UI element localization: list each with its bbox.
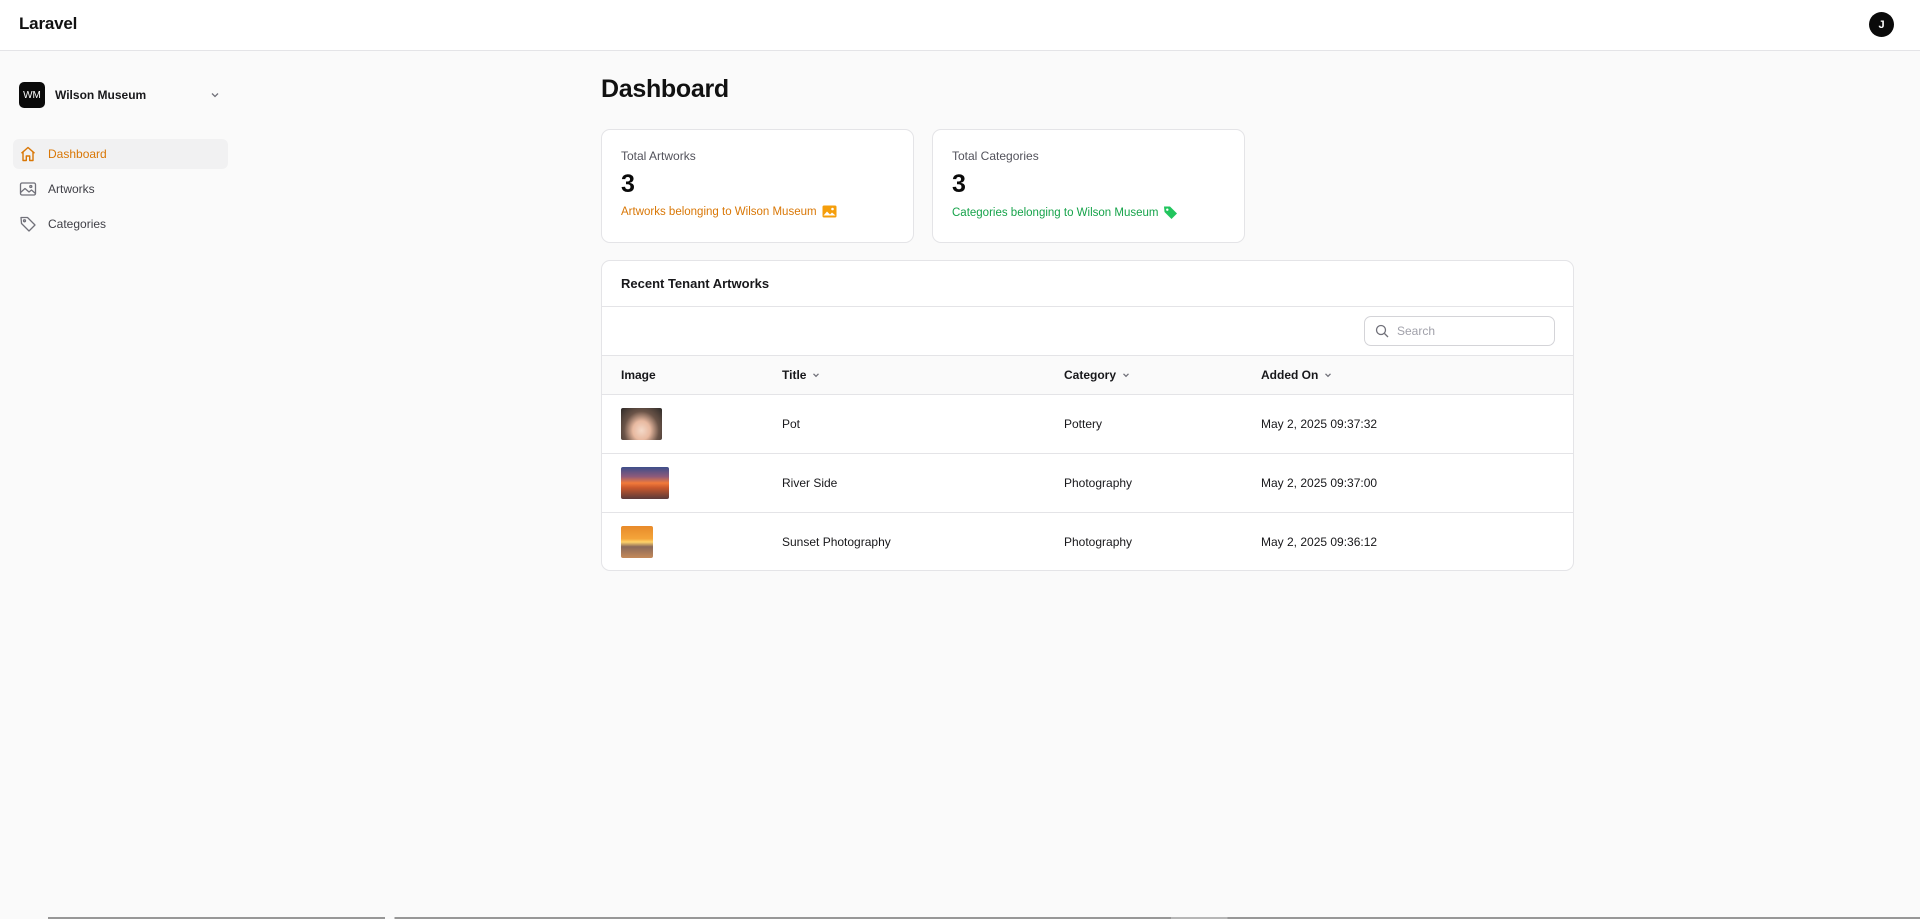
artwork-thumbnail[interactable] [621,525,653,558]
image-cell [602,453,763,512]
category-cell: Photography [1064,475,1133,490]
column-header-title[interactable]: Title [763,356,1045,394]
tenant-avatar: WM [19,82,45,108]
stat-card-artworks: Total Artworks 3 Artworks belonging to W… [601,129,914,243]
stat-description-text: Categories belonging to Wilson Museum [952,206,1159,219]
home-icon [19,145,37,163]
sidebar-item-label: Artworks [48,182,95,196]
artwork-thumbnail[interactable] [621,407,662,440]
title-cell: Pot [782,416,801,431]
table-row[interactable]: Sunset Photography Photography May 2, 20… [602,512,1573,570]
tenant-switcher[interactable]: WM Wilson Museum [19,82,221,108]
stat-description-text: Artworks belonging to Wilson Museum [621,205,817,218]
photo-icon [822,205,837,218]
added-on-cell: May 2, 2025 09:36:12 [1261,534,1378,549]
panel-title: Recent Tenant Artworks [602,261,1573,307]
stat-label: Total Artworks [621,149,696,163]
column-label: Image [621,367,656,382]
table-header-row: Image Title Category Added On [602,356,1573,394]
sidebar-nav: Dashboard Artworks Categories [13,139,228,244]
tenant-name: Wilson Museum [55,88,147,102]
added-on-cell: May 2, 2025 09:37:32 [1261,416,1378,431]
column-header-added-on[interactable]: Added On [1242,356,1573,394]
chevron-down-icon [1325,373,1332,377]
tag-icon [1164,206,1178,219]
category-cell: Photography [1064,534,1133,549]
chevron-down-icon [813,373,820,377]
search-icon [1375,324,1389,338]
image-icon [19,180,37,198]
column-label: Title [782,367,807,382]
stat-card-categories: Total Categories 3 Categories belonging … [932,129,1245,243]
title-cell: Sunset Photography [782,534,891,549]
recent-artworks-panel: Recent Tenant Artworks Image Title [601,260,1574,571]
artworks-table: Image Title Category Added On Pot Potter… [602,356,1573,570]
stat-value: 3 [952,170,966,198]
column-label: Category [1064,367,1117,382]
stat-description: Artworks belonging to Wilson Museum [621,205,894,218]
chevron-down-icon [1123,373,1129,377]
table-toolbar [602,307,1573,356]
stat-description: Categories belonging to Wilson Museum [952,205,1225,220]
search-box[interactable] [1364,316,1555,346]
table-row[interactable]: Pot Pottery May 2, 2025 09:37:32 [602,394,1573,453]
top-bar: Laravel J [0,0,1920,51]
column-header-category[interactable]: Category [1045,356,1242,394]
table-row[interactable]: River Side Photography May 2, 2025 09:37… [602,453,1573,512]
sidebar-item-categories[interactable]: Categories [13,209,228,239]
stat-label: Total Categories [952,149,1039,163]
artwork-thumbnail[interactable] [621,466,669,499]
stat-value: 3 [621,170,635,198]
page-title: Dashboard [601,75,729,103]
column-header-image: Image [602,356,763,394]
sidebar-item-label: Categories [48,217,107,231]
user-avatar[interactable]: J [1869,12,1894,37]
sidebar-item-artworks[interactable]: Artworks [13,174,228,204]
search-input[interactable] [1397,324,1547,338]
sidebar-item-label: Dashboard [48,147,107,161]
image-cell [602,512,763,570]
tag-icon [19,215,37,233]
brand-logo[interactable]: Laravel [19,14,77,34]
added-on-cell: May 2, 2025 09:37:00 [1261,475,1378,490]
sidebar-item-dashboard[interactable]: Dashboard [13,139,228,169]
category-cell: Pottery [1064,416,1103,431]
title-cell: River Side [782,475,838,490]
chevron-down-icon [211,93,219,98]
column-label: Added On [1261,367,1319,382]
image-cell [602,394,763,453]
